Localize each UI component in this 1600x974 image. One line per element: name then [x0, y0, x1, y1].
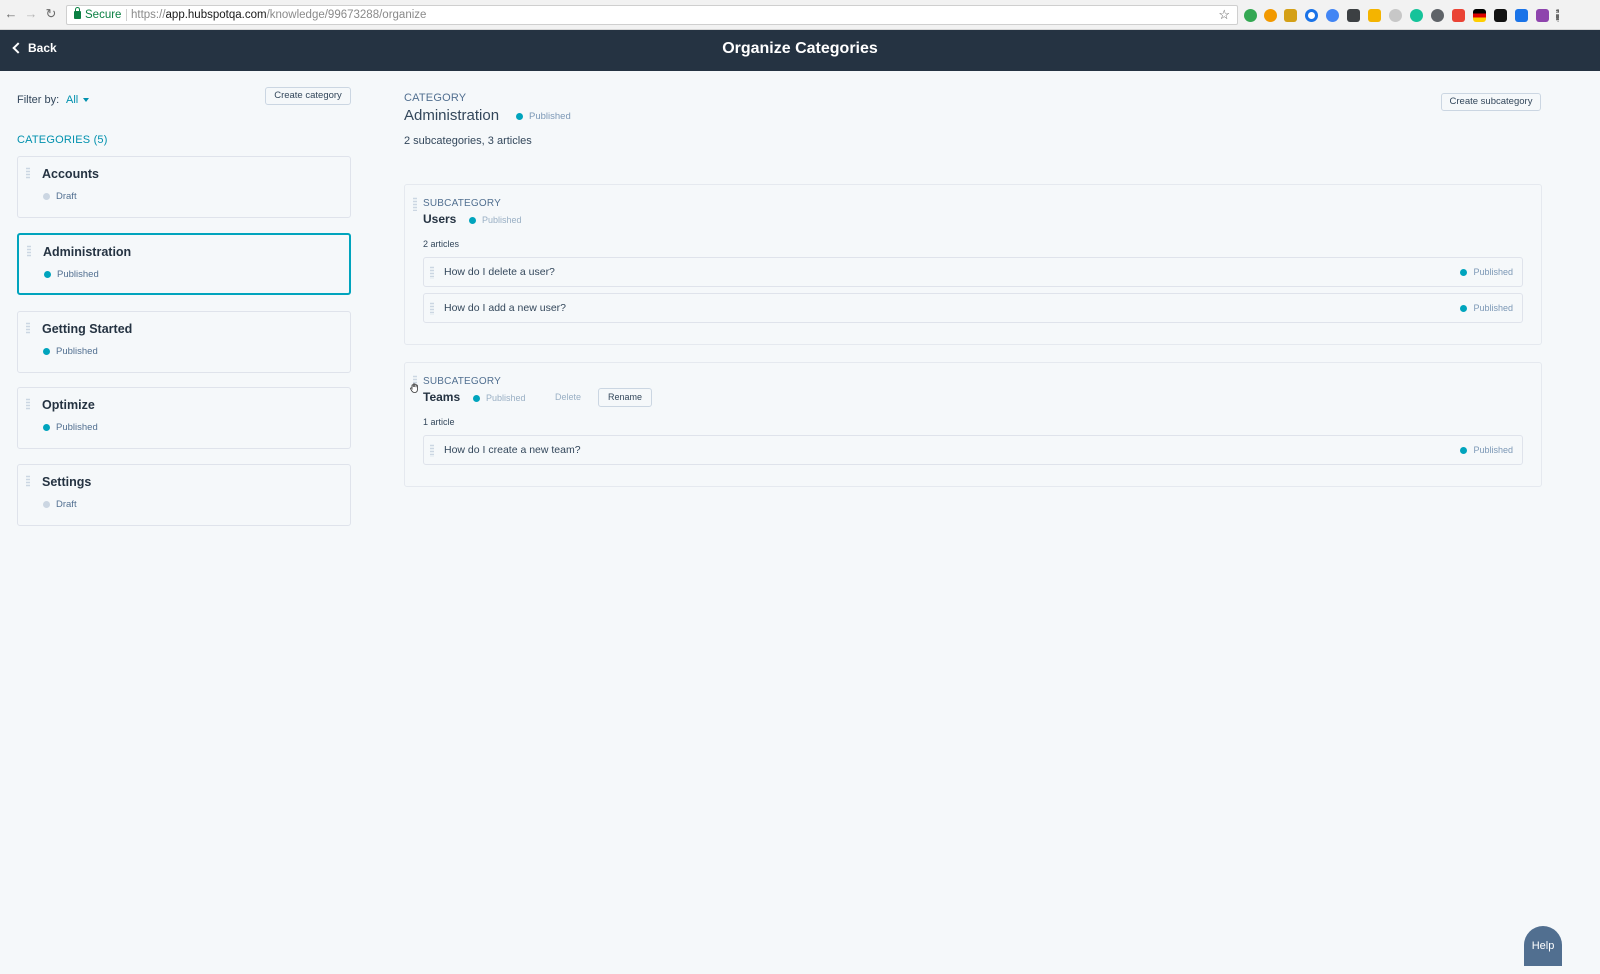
status-badge: Published	[43, 422, 98, 433]
extension-icon[interactable]	[1284, 9, 1297, 22]
status-badge: Published	[1460, 445, 1513, 455]
categories-heading: CATEGORIES (5)	[17, 134, 108, 146]
extension-icon[interactable]	[1431, 9, 1444, 22]
category-card-settings[interactable]: Settings Draft	[17, 464, 351, 526]
category-name: Settings	[42, 475, 92, 489]
reload-icon[interactable]: ↻	[44, 7, 58, 21]
app-header: Back Organize Categories	[0, 30, 1600, 71]
lock-icon	[74, 7, 81, 19]
forward-arrow-icon[interactable]: →	[24, 7, 38, 21]
page-title: Organize Categories	[722, 40, 878, 57]
article-title: How do I create a new team?	[444, 444, 581, 456]
back-arrow-icon[interactable]: ←	[4, 7, 18, 21]
drag-handle-icon[interactable]	[430, 302, 434, 315]
filter-label: Filter by:	[17, 94, 60, 106]
extension-icon[interactable]	[1452, 9, 1465, 22]
address-bar[interactable]: Secure https://app.hubspotqa.com/knowled…	[66, 5, 1238, 25]
create-category-button[interactable]: Create category	[265, 87, 351, 105]
category-name: Administration	[43, 245, 132, 259]
category-name: Optimize	[42, 398, 95, 412]
status-badge: Draft	[43, 191, 77, 202]
drag-handle-icon[interactable]	[27, 245, 31, 257]
extension-icon[interactable]	[1410, 9, 1423, 22]
category-card-accounts[interactable]: Accounts Draft	[17, 156, 351, 218]
extension-icon[interactable]	[1473, 9, 1486, 22]
status-dot-icon	[1460, 446, 1468, 454]
divider	[126, 9, 127, 21]
category-summary: 2 subcategories, 3 articles	[404, 135, 532, 147]
extension-icon[interactable]	[1244, 9, 1257, 22]
status-badge: Published	[469, 215, 522, 225]
subcategory-label: SUBCATEGORY	[423, 376, 501, 387]
category-card-optimize[interactable]: Optimize Published	[17, 387, 351, 449]
extension-icon[interactable]	[1305, 9, 1318, 22]
extension-icon[interactable]	[1347, 9, 1360, 22]
status-dot-icon	[1460, 304, 1468, 312]
extension-icon[interactable]	[1515, 9, 1528, 22]
status-badge: Published	[1460, 303, 1513, 313]
status-badge: Published	[43, 346, 98, 357]
url-text: https://app.hubspotqa.com/knowledge/9967…	[131, 9, 427, 21]
drag-handle-icon[interactable]	[413, 197, 417, 211]
status-dot-icon	[43, 348, 50, 355]
help-button[interactable]: Help	[1524, 926, 1562, 966]
status-badge: Published	[44, 269, 99, 280]
drag-handle-icon[interactable]	[430, 444, 434, 457]
status-dot-icon	[43, 501, 50, 508]
browser-toolbar: ← → ↻ Secure https://app.hubspotqa.com/k…	[0, 0, 1600, 30]
status-dot-icon	[43, 193, 50, 200]
status-badge: Draft	[43, 499, 77, 510]
menu-icon[interactable]	[1556, 9, 1559, 22]
article-title: How do I add a new user?	[444, 302, 566, 314]
grab-cursor-icon	[410, 383, 418, 393]
drag-handle-icon[interactable]	[26, 475, 30, 487]
category-card-administration[interactable]: Administration Published	[17, 233, 351, 295]
category-name: Getting Started	[42, 322, 133, 336]
status-dot-icon	[1460, 268, 1468, 276]
article-row[interactable]: How do I delete a user? Published	[423, 257, 1523, 287]
article-count: 2 articles	[423, 239, 460, 249]
status-badge: Published	[1460, 267, 1513, 277]
extension-icon[interactable]	[1389, 9, 1402, 22]
status-dot-icon	[469, 216, 476, 224]
status-dot-icon	[516, 113, 523, 120]
filter-dropdown[interactable]: All	[66, 94, 90, 106]
drag-handle-icon[interactable]	[430, 266, 434, 279]
subcategory-label: SUBCATEGORY	[423, 198, 501, 209]
status-dot-icon	[43, 424, 50, 431]
status-dot-icon	[473, 394, 480, 402]
status-badge: Published	[516, 111, 571, 122]
extension-icon[interactable]	[1326, 9, 1339, 22]
drag-handle-icon[interactable]	[26, 322, 30, 334]
drag-handle-icon[interactable]	[26, 398, 30, 410]
status-badge: Published	[473, 393, 526, 403]
subcategory-card-teams: SUBCATEGORY Teams Published Delete Renam…	[404, 362, 1542, 487]
article-count: 1 article	[423, 417, 455, 427]
article-title: How do I delete a user?	[444, 266, 555, 278]
category-card-getting-started[interactable]: Getting Started Published	[17, 311, 351, 373]
extension-icon[interactable]	[1264, 9, 1277, 22]
subcategory-card-users: SUBCATEGORY Users Published 2 articles H…	[404, 184, 1542, 345]
subcategory-name: Teams	[423, 390, 461, 404]
category-label: CATEGORY	[404, 92, 467, 104]
status-dot-icon	[44, 271, 51, 278]
extension-icon[interactable]	[1494, 9, 1507, 22]
delete-button[interactable]: Delete	[555, 392, 581, 402]
category-name: Accounts	[42, 167, 99, 181]
article-row[interactable]: How do I create a new team? Published	[423, 435, 1523, 465]
caret-down-icon	[83, 98, 90, 103]
extension-icon[interactable]	[1368, 9, 1381, 22]
category-title: Administration	[404, 107, 500, 124]
secure-label: Secure	[85, 9, 122, 21]
bookmark-star-icon[interactable]: ☆	[1218, 6, 1230, 24]
drag-handle-icon[interactable]	[26, 167, 30, 179]
extension-icon[interactable]	[1536, 9, 1549, 22]
subcategory-name: Users	[423, 212, 457, 226]
rename-button[interactable]: Rename	[598, 388, 652, 407]
article-row[interactable]: How do I add a new user? Published	[423, 293, 1523, 323]
create-subcategory-button[interactable]: Create subcategory	[1441, 93, 1541, 111]
